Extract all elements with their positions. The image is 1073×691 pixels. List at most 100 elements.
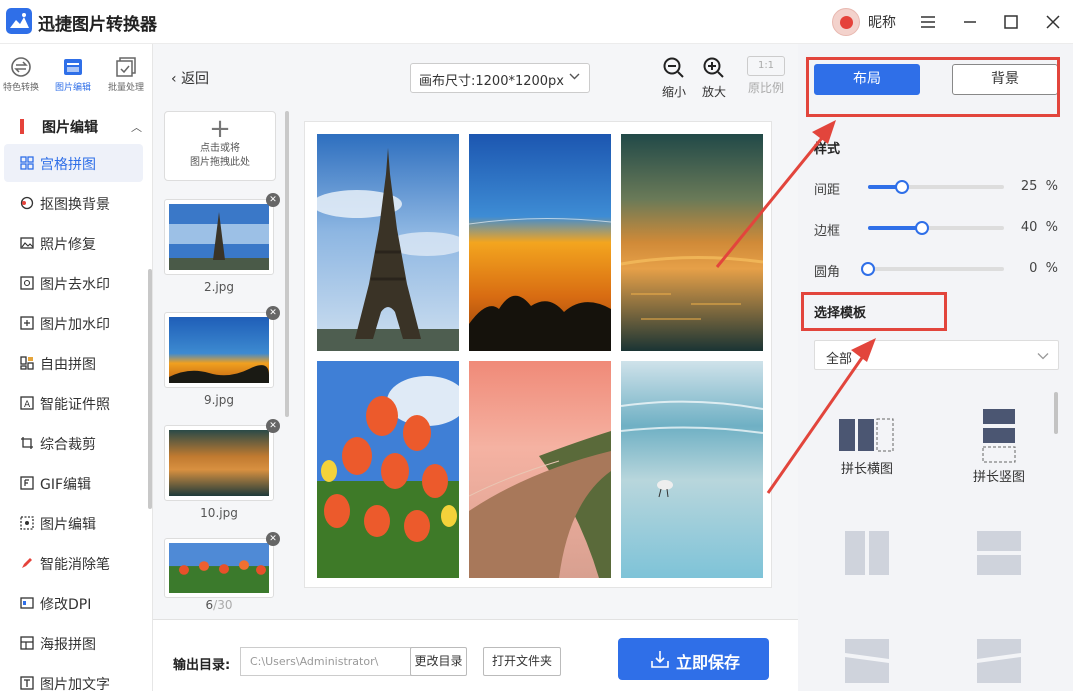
border-value: 40 %: [1008, 220, 1058, 235]
open-folder-button[interactable]: 打开文件夹: [483, 647, 561, 676]
chevron-up-icon[interactable]: ︿: [131, 119, 142, 135]
slider-number: 0: [1029, 261, 1038, 276]
sidebar-item-photo-repair[interactable]: 照片修复: [4, 224, 143, 262]
collage-cell-beach[interactable]: [621, 361, 763, 578]
sidebar-item-label: 抠图换背景: [40, 197, 110, 213]
convert-icon: [11, 57, 31, 77]
collage-preview[interactable]: [304, 121, 772, 588]
sidebar-item-gif-edit[interactable]: GIF编辑: [4, 464, 143, 502]
zoom-out-button[interactable]: 缩小: [656, 56, 692, 106]
user-avatar[interactable]: [832, 8, 860, 36]
collage-cell-sunset[interactable]: [469, 134, 611, 351]
two-column-layout-icon: [845, 531, 889, 575]
ratio-label: 原比例: [747, 81, 784, 95]
change-directory-button[interactable]: 更改目录: [410, 647, 467, 676]
user-nickname[interactable]: 昵称: [868, 12, 896, 32]
sidebar-item-free-collage[interactable]: 自由拼图: [4, 344, 143, 382]
menu-group-image-edit[interactable]: 图片编辑 ︿: [0, 112, 152, 142]
template-diagonal-left[interactable]: [817, 639, 917, 683]
remove-icon[interactable]: ✕: [266, 306, 280, 320]
corner-radius-slider[interactable]: [861, 262, 1004, 276]
output-footer: 输出目录: C:\Users\Administrator\ 更改目录 打开文件夹…: [153, 619, 798, 691]
minimize-icon[interactable]: [959, 11, 981, 33]
sidebar-item-label: 图片加水印: [40, 317, 110, 333]
slider-unit: %: [1045, 179, 1058, 194]
sidebar-item-grid-collage[interactable]: 宫格拼图: [4, 144, 143, 182]
template-two-rows[interactable]: [949, 531, 1049, 575]
sidebar-item-remove-watermark[interactable]: 图片去水印: [4, 264, 143, 302]
zoom-in-button[interactable]: 放大: [696, 56, 732, 106]
grid-icon: [20, 156, 34, 170]
template-label: 拼长横图: [840, 462, 893, 477]
original-ratio-button[interactable]: 1:1 原比例: [744, 52, 788, 102]
poster-icon: [20, 636, 34, 650]
template-two-columns[interactable]: [817, 531, 917, 575]
back-button[interactable]: ‹ 返回: [171, 68, 209, 88]
thumbnail-name: 2.jpg: [203, 280, 235, 294]
highlight-box-template: [801, 292, 947, 331]
slider-knob[interactable]: [895, 180, 909, 194]
thumbnail-item[interactable]: ✕: [164, 532, 280, 598]
save-label: 立即保存: [676, 653, 741, 672]
add-watermark-icon: [20, 316, 34, 330]
template-filter-select[interactable]: 全部: [814, 340, 1059, 370]
tab-batch[interactable]: 批量处理: [101, 54, 151, 98]
collage-cell-eiffel[interactable]: [317, 134, 459, 351]
slider-unit: %: [1045, 220, 1058, 235]
border-slider[interactable]: [868, 221, 1004, 235]
sidebar-item-id-photo[interactable]: A 智能证件照: [4, 384, 143, 422]
image-list-scrollbar[interactable]: [285, 111, 289, 417]
sidebar-item-dpi[interactable]: 修改DPI: [4, 584, 143, 622]
template-long-horizontal[interactable]: 拼长横图: [817, 418, 917, 477]
upload-dropzone[interactable]: + 点击或将 图片拖拽此处: [164, 111, 276, 181]
sidebar-item-cutout[interactable]: 抠图换背景: [4, 184, 143, 222]
collage-cell-tulips[interactable]: [317, 361, 459, 578]
canvas-size-value: 画布尺寸:1200*1200px: [419, 74, 564, 89]
thumbnail-item[interactable]: ✕: [164, 193, 280, 275]
sidebar-item-label: 宫格拼图: [40, 157, 96, 173]
template-diagonal-right[interactable]: [949, 639, 1049, 683]
sidebar-item-poster[interactable]: 海报拼图: [4, 624, 143, 662]
app-window: 迅捷图片转换器 昵称 特色转换 图片编辑 批量处理 图片编辑 ︿ 宫格拼图 抠图…: [0, 0, 1073, 691]
collage-cell-lake[interactable]: [621, 134, 763, 351]
slider-knob[interactable]: [915, 221, 930, 235]
thumbnail-item[interactable]: ✕: [164, 419, 280, 501]
close-icon[interactable]: [1042, 11, 1064, 33]
zoom-out-label: 缩小: [661, 85, 686, 99]
collage-cell-path[interactable]: [469, 361, 611, 578]
group-label: 图片编辑: [42, 120, 98, 136]
thumbnail-image: [169, 543, 269, 593]
chevron-down-icon: [1037, 353, 1049, 360]
sidebar-item-image-edit[interactable]: 图片编辑: [4, 504, 143, 542]
menu-icon[interactable]: [917, 11, 939, 33]
sidebar-item-crop[interactable]: 综合裁剪: [4, 424, 143, 462]
sidebar-item-label: 综合裁剪: [40, 437, 96, 453]
output-path-field[interactable]: C:\Users\Administrator\: [240, 647, 412, 676]
panel-scrollbar[interactable]: [1054, 392, 1058, 434]
sidebar-item-add-watermark[interactable]: 图片加水印: [4, 304, 143, 342]
id-photo-icon: A: [20, 396, 34, 410]
maximize-icon[interactable]: [1000, 11, 1022, 33]
sidebar: 特色转换 图片编辑 批量处理 图片编辑 ︿ 宫格拼图 抠图换背景 照片修复 图片…: [0, 44, 153, 691]
remove-icon[interactable]: ✕: [266, 532, 280, 546]
sidebar-item-label: 图片去水印: [40, 277, 110, 293]
spacing-slider[interactable]: [868, 180, 1004, 194]
sidebar-item-add-text[interactable]: 图片加文字: [4, 664, 143, 691]
gif-icon: [20, 476, 34, 490]
sidebar-scrollbar[interactable]: [148, 269, 152, 509]
thumbnail-item[interactable]: ✕: [164, 306, 280, 388]
remove-icon[interactable]: ✕: [266, 193, 280, 207]
sidebar-item-eraser[interactable]: 智能消除笔: [4, 544, 143, 582]
slider-knob[interactable]: [861, 262, 875, 276]
template-long-vertical[interactable]: 拼长竖图: [949, 408, 1049, 485]
canvas-size-select[interactable]: 画布尺寸:1200*1200px: [410, 63, 590, 93]
tab-feature-convert[interactable]: 特色转换: [0, 54, 46, 98]
tab-image-edit[interactable]: 图片编辑: [48, 54, 98, 98]
save-now-button[interactable]: 立即保存: [618, 638, 769, 680]
corner-radius-value: 0 %: [1008, 261, 1058, 276]
image-counter: 6/30: [164, 598, 274, 612]
output-label: 输出目录:: [173, 658, 231, 673]
remove-icon[interactable]: ✕: [266, 419, 280, 433]
upload-hint: 图片拖拽此处: [190, 157, 250, 168]
two-row-layout-icon: [977, 531, 1021, 575]
